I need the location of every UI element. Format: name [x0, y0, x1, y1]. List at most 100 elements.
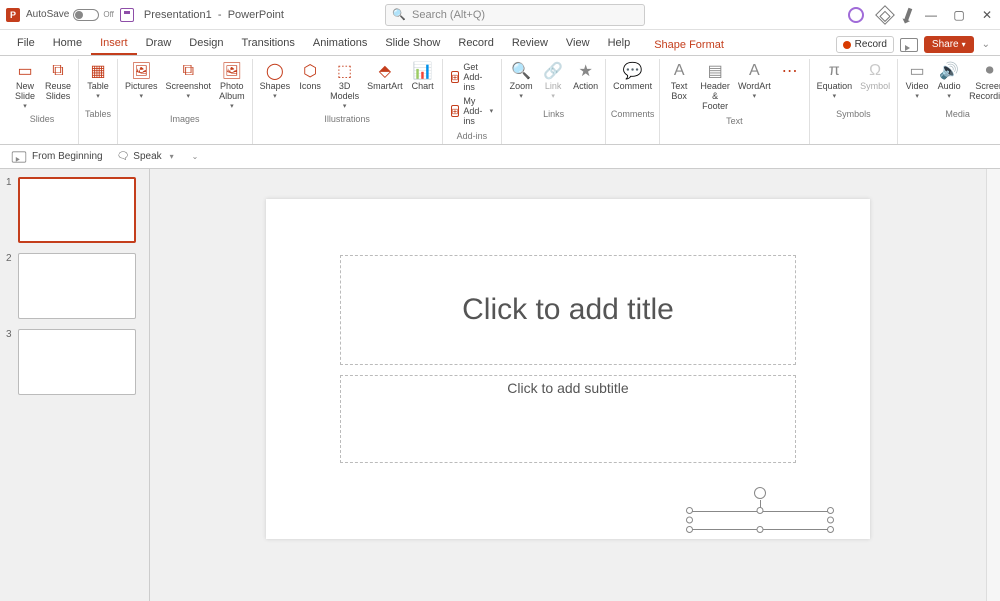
resize-handle[interactable] [686, 526, 693, 533]
slide-number: 2 [6, 253, 14, 319]
chevron-down-icon: ▾ [947, 92, 951, 100]
vertical-scrollbar[interactable] [986, 169, 1000, 601]
save-icon[interactable] [120, 8, 134, 22]
get-addins-button[interactable]: ⊞Get Add-ins [449, 61, 496, 93]
group-label: Images [170, 112, 200, 127]
chevron-down-icon: ▾ [753, 92, 757, 100]
chevron-down-icon: ▾ [273, 92, 277, 100]
resize-handle[interactable] [686, 507, 693, 514]
tab-record[interactable]: Record [449, 33, 502, 55]
tab-insert[interactable]: Insert [91, 33, 137, 55]
symbol-button: ΩSymbol [857, 59, 893, 94]
slide-thumbnail[interactable] [18, 253, 136, 319]
group-media: ▭Video▾🔊Audio▾⏺ScreenRecordingMedia [898, 59, 1000, 144]
present-button[interactable] [900, 38, 918, 52]
powerpoint-icon: P [6, 8, 20, 22]
rotate-handle-icon[interactable] [754, 487, 766, 499]
slide-thumbnail[interactable] [18, 329, 136, 395]
slide-thumb-3[interactable]: 3 [6, 329, 143, 395]
table-button[interactable]: ▦Table▾ [83, 59, 113, 102]
resize-handle[interactable] [827, 517, 834, 524]
record-dot-icon [843, 41, 851, 49]
slide-thumb-1[interactable]: 1 [6, 177, 143, 243]
shapes-button[interactable]: ◯Shapes▾ [257, 59, 294, 102]
equation-icon: π [823, 61, 845, 81]
equation-button[interactable]: πEquation▾ [814, 59, 856, 102]
header-footer-button[interactable]: ▤Header& Footer [696, 59, 734, 114]
present-icon [12, 151, 26, 162]
text-more-button[interactable]: ⋯ [775, 59, 805, 84]
screen-recording-button[interactable]: ⏺ScreenRecording [966, 59, 1000, 104]
audio-button[interactable]: 🔊Audio▾ [934, 59, 964, 102]
selected-textbox[interactable] [690, 511, 830, 529]
subtitle-placeholder[interactable]: Click to add subtitle [340, 375, 796, 463]
group-images: 🖼Pictures▾⧉Screenshot▾🖼PhotoAlbum▾ Images [118, 59, 253, 144]
tab-review[interactable]: Review [503, 33, 557, 55]
resize-handle[interactable] [757, 526, 764, 533]
chart-button[interactable]: 📊Chart [408, 59, 438, 94]
tab-home[interactable]: Home [44, 33, 91, 55]
autosave-toggle[interactable]: AutoSave Off [26, 9, 120, 21]
tab-animations[interactable]: Animations [304, 33, 376, 55]
account-icon[interactable] [848, 7, 864, 23]
maximize-button[interactable]: ▢ [952, 8, 966, 22]
action-icon: ★ [575, 61, 597, 81]
screenshot-button[interactable]: ⧉Screenshot▾ [163, 59, 215, 102]
search-input[interactable]: 🔍 Search (Alt+Q) [385, 4, 645, 26]
slide-canvas[interactable]: Click to add title Click to add subtitle [266, 199, 870, 539]
smartart-button[interactable]: ⬘SmartArt [364, 59, 406, 94]
share-button[interactable]: Share ▾ [924, 36, 974, 53]
icons-button[interactable]: ⬡Icons [295, 59, 325, 94]
slide-editor[interactable]: Click to add title Click to add subtitle [150, 169, 986, 601]
title-placeholder[interactable]: Click to add title [340, 255, 796, 365]
tab-view[interactable]: View [557, 33, 599, 55]
photo-album-button[interactable]: 🖼PhotoAlbum▾ [216, 59, 248, 112]
ribbon-collapse-icon[interactable]: ⌄ [980, 39, 992, 50]
resize-handle[interactable] [827, 507, 834, 514]
slide-thumbnail[interactable] [18, 177, 136, 243]
search-placeholder: Search (Alt+Q) [412, 9, 485, 21]
tab-transitions[interactable]: Transitions [233, 33, 304, 55]
comment-button[interactable]: 💬Comment [610, 59, 655, 94]
slide-thumbnail-panel[interactable]: 1 2 3 [0, 169, 150, 601]
text-box-button[interactable]: ATextBox [664, 59, 694, 104]
wordart-button[interactable]: AWordArt▾ [736, 59, 772, 102]
link-button: 🔗Link▾ [538, 59, 568, 102]
video-button[interactable]: ▭Video▾ [902, 59, 932, 102]
my-addins-button[interactable]: ⊞My Add-ins ▾ [449, 95, 496, 127]
tab-design[interactable]: Design [180, 33, 232, 55]
tab-help[interactable]: Help [599, 33, 640, 55]
close-button[interactable]: ✕ [980, 8, 994, 22]
zoom-button[interactable]: 🔍Zoom▾ [506, 59, 536, 102]
tab-draw[interactable]: Draw [137, 33, 181, 55]
new-slide-button[interactable]: ▭NewSlide▾ [10, 59, 40, 112]
text-more-icon: ⋯ [779, 61, 801, 81]
coming-soon-icon[interactable] [875, 5, 895, 25]
my-addins-icon: ⊞ [451, 105, 460, 117]
reuse-slides-button[interactable]: ⧉ReuseSlides [42, 59, 74, 104]
minimize-button[interactable]: — [924, 8, 938, 22]
group-text: ATextBox▤Header& FooterAWordArt▾⋯Text [660, 59, 809, 144]
resize-handle[interactable] [827, 526, 834, 533]
resize-handle[interactable] [686, 517, 693, 524]
3d-models-button[interactable]: ⬚3DModels▾ [327, 59, 362, 112]
chevron-down-icon: ▾ [343, 102, 347, 110]
toggle-icon[interactable] [73, 9, 99, 21]
search-icon: 🔍 [392, 8, 406, 21]
tab-slide-show[interactable]: Slide Show [376, 33, 449, 55]
autosave-label: AutoSave [26, 9, 69, 20]
icons-icon: ⬡ [299, 61, 321, 81]
pen-icon[interactable] [904, 7, 913, 22]
record-button[interactable]: Record [836, 36, 894, 53]
tab-shape-format[interactable]: Shape Format [645, 35, 733, 55]
action-button[interactable]: ★Action [570, 59, 601, 94]
group-label: Links [543, 107, 564, 122]
chart-icon: 📊 [412, 61, 434, 81]
pictures-button[interactable]: 🖼Pictures▾ [122, 59, 161, 102]
resize-handle[interactable] [757, 507, 764, 514]
tab-file[interactable]: File [8, 33, 44, 55]
sub-overflow-icon[interactable]: ⌄ [192, 152, 199, 161]
from-beginning-button[interactable]: From Beginning [10, 150, 103, 164]
slide-thumb-2[interactable]: 2 [6, 253, 143, 319]
speak-button[interactable]: 🗨 Speak ▾ [117, 151, 174, 162]
